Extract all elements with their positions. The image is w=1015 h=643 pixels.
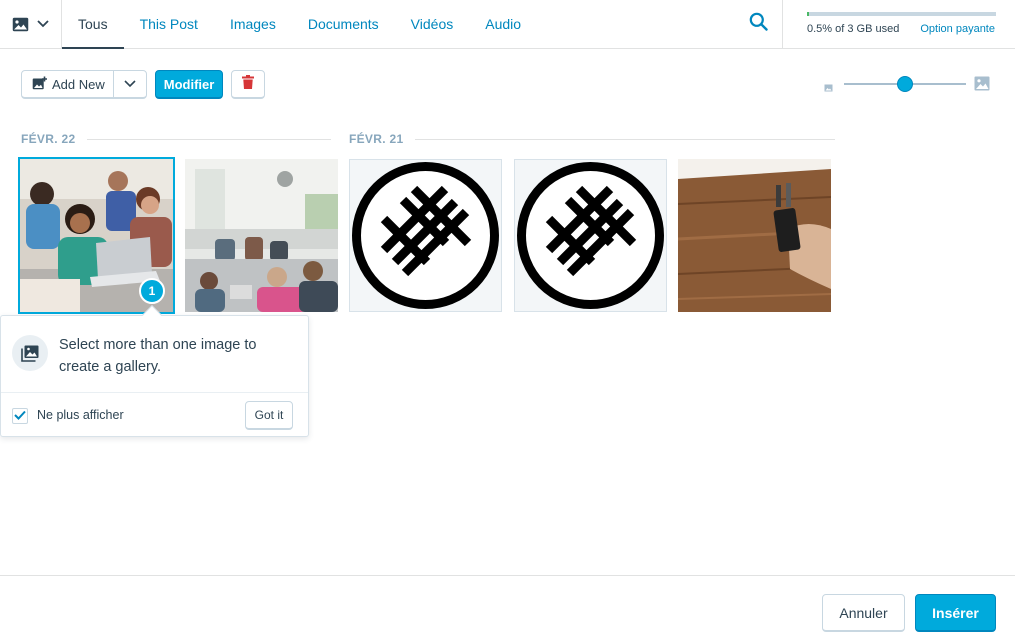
add-image-icon — [32, 76, 47, 93]
office-workspace-photo — [185, 159, 338, 312]
media-item-wooden-table-phone[interactable] — [678, 159, 831, 312]
divider — [415, 138, 836, 140]
tab-all[interactable]: Tous — [62, 0, 124, 49]
media-item-circle-cross-logo[interactable] — [349, 159, 502, 312]
media-type-filter[interactable] — [0, 0, 62, 48]
storage-progress-bar — [807, 12, 996, 16]
search-button[interactable] — [734, 0, 782, 48]
got-it-button[interactable]: Got it — [245, 401, 293, 430]
cancel-button[interactable]: Annuler — [822, 594, 905, 632]
tab-videos[interactable]: Vidéos — [395, 0, 470, 48]
tab-audio[interactable]: Audio — [469, 0, 537, 48]
thumbnail-size-slider — [824, 74, 994, 94]
date-group-label: FÉVR. 21 — [349, 132, 404, 146]
date-group-header: FÉVR. 22 — [21, 131, 332, 147]
tab-documents[interactable]: Documents — [292, 0, 395, 48]
storage-used-label: 0.5% of 3 GB used — [807, 23, 900, 35]
image-icon — [12, 17, 29, 32]
storage-usage: 0.5% of 3 GB used Option payante — [782, 0, 1015, 48]
date-group-label: FÉVR. 22 — [21, 132, 76, 146]
insert-button[interactable]: Insérer — [915, 594, 996, 632]
delete-button[interactable] — [231, 70, 266, 99]
storage-progress-fill — [807, 12, 809, 16]
add-new-split-button: Add New — [21, 70, 147, 99]
wooden-table-phone-photo — [678, 159, 831, 312]
circle-cross-logo-image — [515, 160, 666, 311]
media-item-circle-cross-logo[interactable] — [514, 159, 667, 312]
media-item-office-workspace[interactable] — [185, 159, 338, 312]
upgrade-link[interactable]: Option payante — [920, 23, 995, 35]
checkmark-icon — [14, 407, 26, 425]
add-new-label: Add New — [52, 76, 105, 92]
add-new-dropdown-toggle[interactable] — [114, 71, 146, 97]
trash-icon — [242, 74, 255, 94]
media-header: Tous This Post Images Documents Vidéos A… — [0, 0, 1015, 49]
popover-message: Select more than one image to create a g… — [59, 337, 257, 375]
media-toolbar: Add New Modifier — [21, 70, 266, 99]
dont-show-again-checkbox[interactable] — [12, 408, 28, 424]
divider — [87, 138, 332, 140]
slider-handle[interactable] — [897, 76, 913, 92]
gallery-icon — [12, 335, 48, 371]
dont-show-again-label: Ne plus afficher — [37, 408, 124, 422]
tab-this-post[interactable]: This Post — [124, 0, 214, 48]
circle-cross-logo-image — [350, 160, 501, 311]
add-new-button[interactable]: Add New — [22, 71, 114, 97]
chevron-down-icon — [37, 20, 49, 28]
tab-images[interactable]: Images — [214, 0, 292, 48]
popover-footer: Ne plus afficher Got it — [1, 392, 308, 437]
small-image-icon — [824, 79, 833, 97]
dialog-footer: Annuler Insérer — [0, 575, 1015, 643]
edit-button[interactable]: Modifier — [154, 70, 224, 99]
search-icon — [749, 12, 768, 36]
media-filter-tabs: Tous This Post Images Documents Vidéos A… — [62, 0, 537, 49]
selection-count-badge: 1 — [139, 278, 165, 304]
chevron-down-icon — [124, 75, 136, 93]
gallery-hint-popover: Select more than one image to create a g… — [0, 305, 309, 437]
large-image-icon — [974, 76, 990, 96]
date-group-header: FÉVR. 21 — [349, 131, 836, 147]
